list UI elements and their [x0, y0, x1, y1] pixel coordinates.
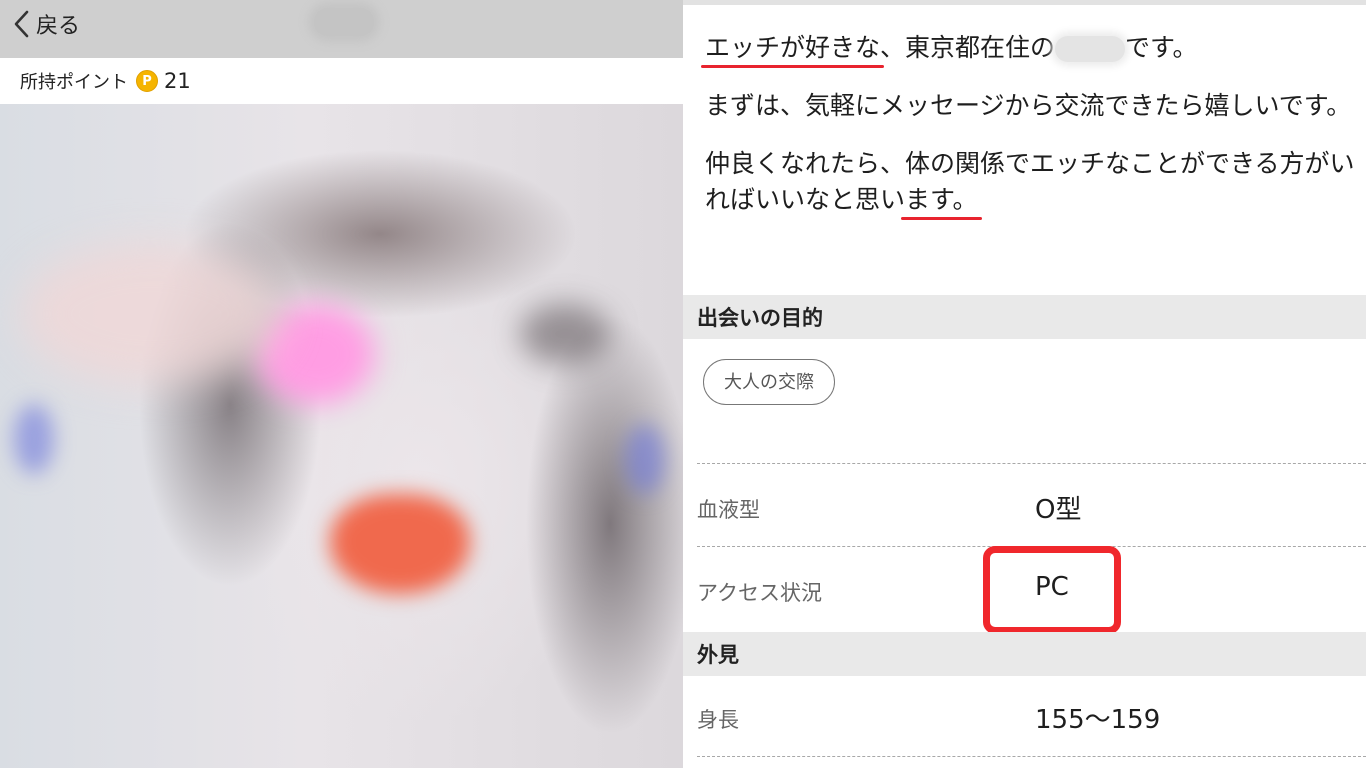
- underlined-text-1: エッチが好きな: [705, 33, 881, 62]
- purpose-section-header: 出会いの目的: [683, 295, 1366, 339]
- back-button[interactable]: 戻る: [12, 8, 80, 40]
- top-strip: [683, 0, 1366, 5]
- back-label: 戻る: [36, 14, 81, 39]
- blurred-username: [314, 8, 374, 36]
- appearance-heading: 外見: [697, 643, 739, 667]
- top-navigation-bar: 戻る: [0, 0, 683, 58]
- hair-accent-right: [625, 424, 665, 494]
- height-value: 155〜159: [1035, 705, 1161, 735]
- access-status-label: アクセス状況: [697, 581, 822, 605]
- intro-paragraph-2: まずは、気軽にメッセージから交流できたら嬉しいです。: [705, 91, 1352, 120]
- intro-paragraph-3: 仲良くなれたら、体の関係でエッチなことができる方がいればいいなと思います。: [705, 146, 1355, 218]
- blurred-name: [1055, 36, 1126, 62]
- hair-accent-left: [14, 404, 54, 474]
- screen: 戻る 所持ポイント P 21 エッチが好きな、東京都在住の です。 まずは、気軽に…: [0, 0, 1366, 768]
- left-panel: 戻る 所持ポイント P 21: [0, 0, 683, 768]
- points-bar: 所持ポイント P 21: [0, 58, 683, 104]
- red-highlight-box: [983, 546, 1121, 634]
- intro-text-1: 、東京都在住の: [880, 33, 1056, 62]
- profile-introduction: エッチが好きな、東京都在住の です。 まずは、気軽にメッセージから交流できたら嬉し…: [705, 30, 1355, 218]
- height-label: 身長: [697, 708, 739, 732]
- divider: [697, 756, 1366, 757]
- right-panel: エッチが好きな、東京都在住の です。 まずは、気軽にメッセージから交流できたら嬉し…: [683, 0, 1366, 768]
- blood-type-label: 血液型: [697, 498, 760, 522]
- heart-sticker: [330, 494, 470, 594]
- hand-shape: [20, 244, 280, 384]
- purpose-tag: 大人の交際: [703, 359, 835, 405]
- divider: [697, 463, 1366, 464]
- appearance-section-header: 外見: [683, 632, 1366, 676]
- chevron-left-icon: [14, 10, 29, 38]
- profile-photo[interactable]: [0, 104, 683, 768]
- purpose-heading: 出会いの目的: [697, 306, 823, 330]
- blood-type-value: O型: [1035, 495, 1082, 525]
- intro-text-3: 仲良くなれたら、: [705, 149, 906, 178]
- eye-shadow: [520, 304, 610, 364]
- points-label: 所持ポイント: [20, 72, 128, 93]
- point-coin-icon: P: [136, 70, 158, 92]
- intro-text-1-end: です。: [1125, 33, 1198, 62]
- intro-paragraph-1: エッチが好きな、東京都在住の です。: [705, 30, 1355, 66]
- points-value: 21: [164, 69, 191, 93]
